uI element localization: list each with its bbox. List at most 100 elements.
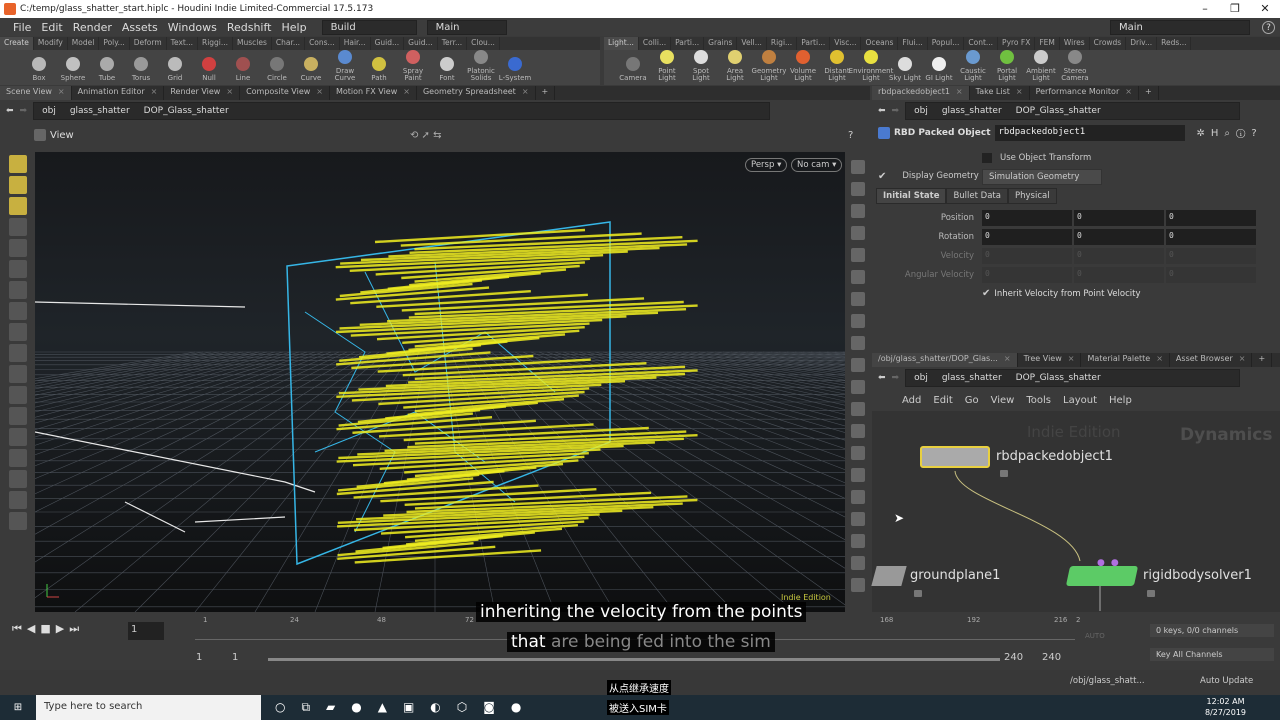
- viewport-tool-icon[interactable]: [850, 468, 865, 482]
- node-rbdpackedobject1[interactable]: [920, 446, 990, 468]
- persp-menu[interactable]: Persp ▾: [745, 158, 788, 172]
- viewport-tool-icon[interactable]: [8, 281, 27, 299]
- back-arrow-icon[interactable]: ⬅: [6, 106, 14, 116]
- lock-icon[interactable]: [1000, 470, 1008, 477]
- network-canvas[interactable]: Indie Edition Dynamics rbdpackedobject1 …: [871, 411, 1280, 611]
- select-tools-icon[interactable]: ⟲ ➚ ⇆: [410, 130, 442, 141]
- viewport-tool-icon[interactable]: [8, 302, 27, 320]
- close-tab-icon[interactable]: ×: [1119, 87, 1132, 96]
- close-button[interactable]: ✕: [1250, 0, 1280, 18]
- viewport-tool-icon[interactable]: [8, 323, 27, 341]
- pane-tab[interactable]: Render View ×: [164, 86, 241, 100]
- shelf-tool-gi-light[interactable]: GI Light: [922, 50, 956, 85]
- viewport-tool-icon[interactable]: [850, 160, 865, 174]
- menu-help[interactable]: Help: [276, 21, 311, 34]
- shelf-tool-box[interactable]: Box: [22, 50, 56, 85]
- pane-tab[interactable]: Animation Editor ×: [72, 86, 165, 100]
- pane-tab[interactable]: Scene View ×: [0, 86, 72, 100]
- shelf-tool-sphere[interactable]: Sphere: [56, 50, 90, 85]
- shelf-tool-point-light[interactable]: Point Light: [650, 50, 684, 85]
- shelf-tab[interactable]: Cons...: [305, 37, 340, 50]
- pane-tab[interactable]: Material Palette ×: [1081, 353, 1170, 367]
- viewport-tool-icon[interactable]: [8, 365, 27, 383]
- lock-icon[interactable]: [914, 590, 922, 597]
- param-subtab[interactable]: Bullet Data: [946, 188, 1008, 204]
- shelf-tab[interactable]: Clou...: [467, 37, 500, 50]
- shelf-tool-path[interactable]: Path: [362, 50, 396, 85]
- pane-tab[interactable]: Asset Browser ×: [1170, 353, 1253, 367]
- end-frame[interactable]: 240: [1004, 652, 1023, 663]
- new-tab-icon[interactable]: +: [1139, 86, 1159, 100]
- viewport-tool-icon[interactable]: [850, 512, 865, 526]
- shelf-tool-spot-light[interactable]: Spot Light: [684, 50, 718, 85]
- viewport[interactable]: Indie Edition Persp ▾ No cam ▾: [35, 152, 845, 612]
- shelf-tool-ambient-light[interactable]: Ambient Light: [1024, 50, 1058, 85]
- shelf-tab[interactable]: Driv...: [1126, 37, 1158, 50]
- pane-tab[interactable]: Performance Monitor ×: [1030, 86, 1139, 100]
- param-subtab[interactable]: Physical: [1007, 188, 1057, 204]
- help-icon[interactable]: ?: [1262, 20, 1275, 34]
- viewport-tool-icon[interactable]: [8, 239, 27, 257]
- shelf-tab[interactable]: Char...: [272, 37, 306, 50]
- viewport-tool-icon[interactable]: [850, 226, 865, 240]
- breadcrumb-dop_glass_shatter[interactable]: DOP_Glass_shatter: [1016, 373, 1101, 383]
- shelf-tab[interactable]: Rigi...: [767, 37, 798, 50]
- viewport-tool-icon[interactable]: [8, 449, 27, 467]
- end-frame-2[interactable]: 240: [1042, 652, 1061, 663]
- node-groundplane1[interactable]: [871, 566, 907, 586]
- viewport-tool-icon[interactable]: [8, 176, 27, 194]
- shelf-tool-platonic-solids[interactable]: Platonic Solids: [464, 50, 498, 85]
- shelf-tool-sky-light[interactable]: Sky Light: [888, 50, 922, 85]
- context-select[interactable]: Main: [426, 19, 507, 35]
- close-tab-icon[interactable]: ×: [145, 87, 158, 96]
- inherit-velocity-checkbox[interactable]: ✔: [982, 288, 990, 299]
- shelf-tool-geometry-light[interactable]: Geometry Light: [752, 50, 786, 85]
- shelf-tab[interactable]: Muscles: [233, 37, 272, 50]
- param-subtab[interactable]: Initial State: [876, 188, 947, 204]
- shelf-tab[interactable]: Pyro FX: [998, 37, 1036, 50]
- pane-tab[interactable]: Motion FX View ×: [330, 86, 417, 100]
- breadcrumb-obj[interactable]: obj: [42, 106, 56, 116]
- back-arrow-icon[interactable]: ⬅: [878, 106, 886, 116]
- shelf-tool-area-light[interactable]: Area Light: [718, 50, 752, 85]
- close-tab-icon[interactable]: ×: [52, 87, 65, 96]
- shelf-tool-null[interactable]: Null: [192, 50, 226, 85]
- viewport-tool-icon[interactable]: [8, 470, 27, 488]
- breadcrumb-glass_shatter[interactable]: glass_shatter: [942, 373, 1002, 383]
- close-tab-icon[interactable]: ×: [1062, 354, 1075, 363]
- menu-redshift[interactable]: Redshift: [222, 21, 277, 34]
- shelf-tool-font[interactable]: Font: [430, 50, 464, 85]
- shelf-tab[interactable]: Reds...: [1157, 37, 1192, 50]
- shelf-tool-caustic-light[interactable]: Caustic Light: [956, 50, 990, 85]
- lock-icon[interactable]: [1147, 590, 1155, 597]
- use-object-transform-checkbox[interactable]: [982, 152, 992, 163]
- shelf-tab[interactable]: Modify: [34, 37, 68, 50]
- viewport-tool-icon[interactable]: [850, 534, 865, 548]
- pane-tab[interactable]: Tree View ×: [1018, 353, 1082, 367]
- minimize-button[interactable]: –: [1190, 0, 1220, 18]
- shelf-tool-spray-paint[interactable]: Spray Paint: [396, 50, 430, 85]
- shelf-tab[interactable]: Crowds: [1090, 37, 1127, 50]
- viewport-tool-icon[interactable]: [8, 260, 27, 278]
- shelf-tool-grid[interactable]: Grid: [158, 50, 192, 85]
- node-rigidbodysolver1[interactable]: [1065, 566, 1139, 586]
- shelf-tool-stereo-camera[interactable]: Stereo Camera: [1058, 50, 1092, 85]
- shelf-tab[interactable]: Oceans: [861, 37, 899, 50]
- viewport-tool-icon[interactable]: [8, 386, 27, 404]
- viewport-tool-icon[interactable]: [850, 402, 865, 416]
- breadcrumb-obj[interactable]: obj: [914, 373, 928, 383]
- shelf-tab[interactable]: Hair...: [340, 37, 371, 50]
- viewport-tool-icon[interactable]: [850, 336, 865, 350]
- start-frame[interactable]: 1: [196, 652, 202, 663]
- start-frame-2[interactable]: 1: [232, 652, 238, 663]
- shelf-tool-tube[interactable]: Tube: [90, 50, 124, 85]
- help-icon[interactable]: ?: [848, 130, 853, 141]
- forward-arrow-icon[interactable]: ➡: [20, 106, 28, 116]
- param-field[interactable]: 0: [1074, 228, 1164, 245]
- network-menu-add[interactable]: Add: [902, 395, 921, 406]
- desktop-select[interactable]: Build: [321, 19, 417, 35]
- shelf-tab[interactable]: Cont...: [964, 37, 999, 50]
- param-field[interactable]: 0: [982, 228, 1072, 245]
- network-menu-view[interactable]: View: [991, 395, 1015, 406]
- shelf-tool-draw-curve[interactable]: Draw Curve: [328, 50, 362, 85]
